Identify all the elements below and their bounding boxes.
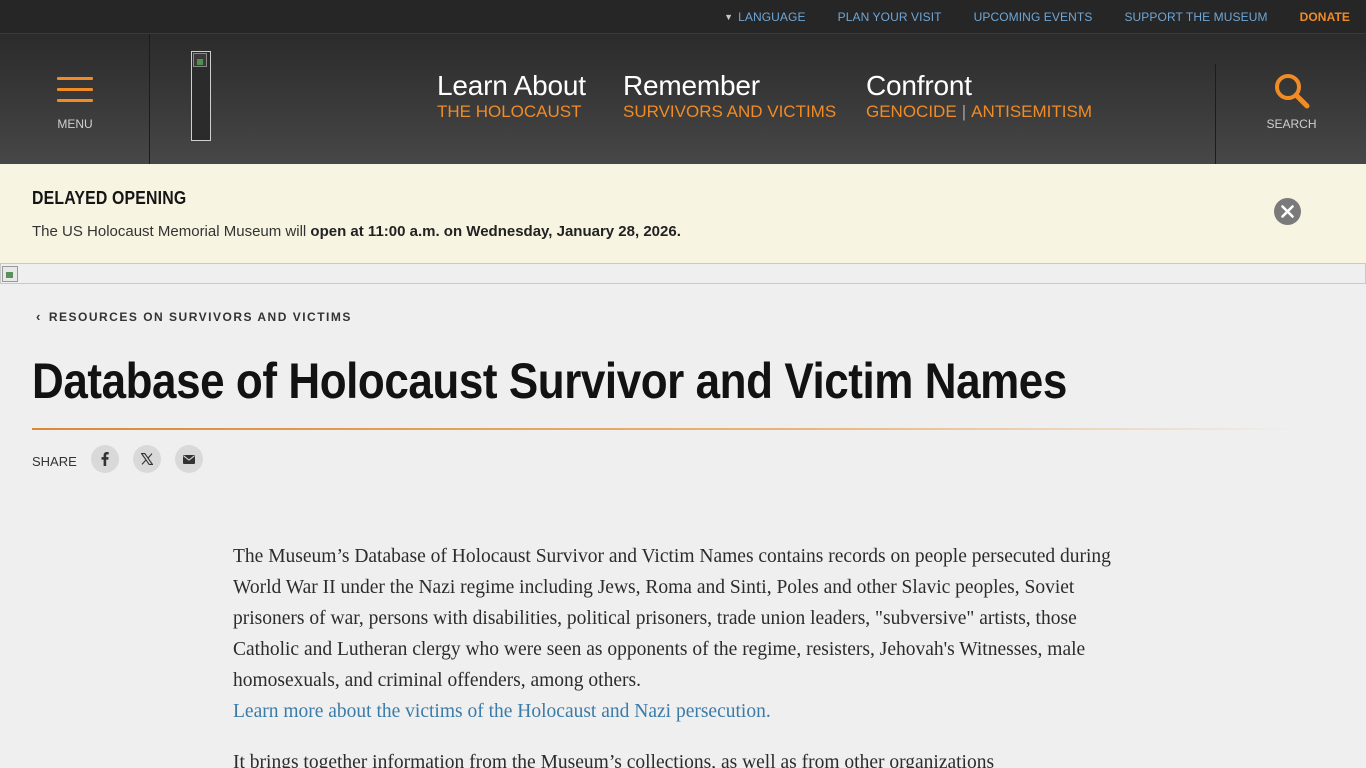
nav-learn-subtitle: THE HOLOCAUST <box>437 102 582 121</box>
article-body: The Museum’s Database of Holocaust Survi… <box>233 541 1133 768</box>
email-icon <box>182 454 195 464</box>
broken-image-icon <box>193 53 207 67</box>
page-title: Database of Holocaust Survivor and Victi… <box>32 353 1067 409</box>
share-label: SHARE <box>32 454 77 469</box>
nav-separator: | <box>961 102 967 121</box>
email-share-button[interactable] <box>174 445 203 473</box>
alert-message: The US Holocaust Memorial Museum will op… <box>32 223 681 240</box>
paragraph: It brings together information from the … <box>233 747 1133 768</box>
menu-button[interactable]: MENU <box>0 34 150 164</box>
hero-image <box>0 264 1366 284</box>
close-icon <box>1281 205 1294 218</box>
alert-message-text: The US Holocaust Memorial Museum will <box>32 223 311 240</box>
victims-learn-more-link[interactable]: Learn more about the victims of the Holo… <box>233 701 771 722</box>
facebook-share-button[interactable] <box>90 445 119 473</box>
alert-close-button[interactable] <box>1274 198 1301 225</box>
caret-down-icon: ▼ <box>724 12 734 22</box>
broken-image-icon <box>2 266 18 282</box>
alert-title: DELAYED OPENING <box>32 188 187 208</box>
paragraph: The Museum’s Database of Holocaust Survi… <box>233 541 1133 727</box>
nav-remember[interactable]: Remember SURVIVORS AND VICTIMS <box>623 71 836 122</box>
nav-learn-title: Learn About <box>437 70 586 101</box>
x-icon <box>140 453 153 465</box>
upcoming-events-link[interactable]: UPCOMING EVENTS <box>974 10 1093 24</box>
search-icon <box>1275 74 1310 109</box>
breadcrumb-label: RESOURCES ON SURVIVORS AND VICTIMS <box>48 309 352 324</box>
title-divider <box>32 428 1298 430</box>
museum-logo[interactable] <box>191 51 211 141</box>
support-museum-link[interactable]: SUPPORT THE MUSEUM <box>1124 10 1267 24</box>
plan-visit-link[interactable]: PLAN YOUR VISIT <box>838 10 942 24</box>
nav-remember-title: Remember <box>623 70 760 101</box>
chevron-left-icon: ‹ <box>36 309 42 324</box>
paragraph-text: It brings together information from the … <box>233 752 995 768</box>
nav-confront-title: Confront <box>866 70 972 101</box>
alert-message-bold: open at 11:00 a.m. on Wednesday, January… <box>310 223 681 240</box>
hamburger-icon <box>57 77 93 105</box>
alert-banner: DELAYED OPENING The US Holocaust Memoria… <box>0 164 1366 264</box>
menu-label: MENU <box>57 117 93 131</box>
search-label: SEARCH <box>1266 117 1317 131</box>
share-bar: SHARE <box>32 445 217 473</box>
language-label: LANGUAGE <box>738 10 806 24</box>
facebook-icon <box>101 452 109 466</box>
utility-nav: ▼ LANGUAGE PLAN YOUR VISIT UPCOMING EVEN… <box>724 0 1350 34</box>
breadcrumb[interactable]: ‹ RESOURCES ON SURVIVORS AND VICTIMS <box>36 309 352 324</box>
main-header: MENU Learn About THE HOLOCAUST Remember … <box>0 34 1366 164</box>
nav-confront[interactable]: Confront GENOCIDE | ANTISEMITISM <box>866 71 1092 122</box>
paragraph-text: The Museum’s Database of Holocaust Survi… <box>233 546 1111 691</box>
nav-confront-subtitle: GENOCIDE | ANTISEMITISM <box>866 102 1092 122</box>
search-button[interactable]: SEARCH <box>1215 64 1366 164</box>
utility-bar: ▼ LANGUAGE PLAN YOUR VISIT UPCOMING EVEN… <box>0 0 1366 34</box>
nav-learn-about[interactable]: Learn About THE HOLOCAUST <box>437 71 586 122</box>
nav-genocide-link[interactable]: GENOCIDE <box>866 102 957 121</box>
language-selector[interactable]: ▼ LANGUAGE <box>724 10 806 24</box>
main-content: ‹ RESOURCES ON SURVIVORS AND VICTIMS Dat… <box>0 284 1366 768</box>
nav-remember-subtitle: SURVIVORS AND VICTIMS <box>623 102 837 121</box>
nav-antisemitism-link[interactable]: ANTISEMITISM <box>971 102 1092 121</box>
donate-link[interactable]: DONATE <box>1300 10 1350 24</box>
x-share-button[interactable] <box>132 445 161 473</box>
